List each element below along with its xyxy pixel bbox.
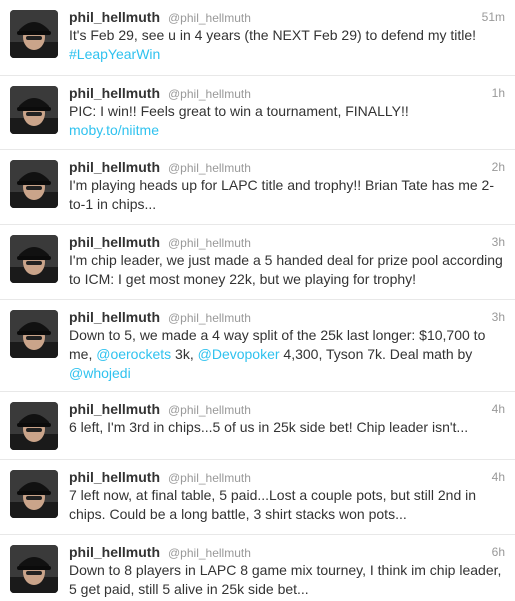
tweet-timestamp[interactable]: 51m [482, 8, 505, 26]
tweet-author-handle[interactable]: @phil_hellmuth [168, 471, 251, 485]
tweet-text: It's Feb 29, see u in 4 years (the NEXT … [69, 26, 505, 64]
tweet-timestamp[interactable]: 3h [492, 233, 505, 251]
tweet-text: Down to 8 players in LAPC 8 game mix tou… [69, 562, 502, 597]
tweet-text: 7 left now, at final table, 5 paid...Los… [69, 487, 477, 522]
tweet-timestamp[interactable]: 4h [492, 400, 505, 418]
tweet-author-handle[interactable]: @phil_hellmuth [168, 11, 251, 25]
tweet-author-handle[interactable]: @phil_hellmuth [168, 403, 251, 417]
avatar[interactable] [10, 10, 58, 58]
mention-link[interactable]: @oerockets [96, 346, 171, 362]
tweet-author-name[interactable]: phil_hellmuth [69, 401, 160, 417]
mention-link[interactable]: @whojedi [69, 365, 131, 381]
avatar-image [10, 545, 58, 593]
tweet-item[interactable]: phil_hellmuth @phil_hellmuth 4h 6 left, I… [0, 392, 515, 460]
tweet-author-handle[interactable]: @phil_hellmuth [168, 546, 251, 560]
avatar-image [10, 470, 58, 518]
tweet-item[interactable]: phil_hellmuth @phil_hellmuth 2h I'm playi… [0, 150, 515, 225]
tweet-timestamp[interactable]: 2h [492, 158, 505, 176]
tweet-item[interactable]: phil_hellmuth @phil_hellmuth 3h I'm chip … [0, 225, 515, 300]
tweet-item[interactable]: phil_hellmuth @phil_hellmuth 1h PIC: I wi… [0, 76, 515, 150]
avatar-image [10, 402, 58, 450]
tweet-author-name[interactable]: phil_hellmuth [69, 9, 160, 25]
tweet-item[interactable]: phil_hellmuth @phil_hellmuth 6h Down to 8… [0, 535, 515, 601]
tweet-author-name[interactable]: phil_hellmuth [69, 85, 160, 101]
tweet-author-name[interactable]: phil_hellmuth [69, 469, 160, 485]
hashtag-link[interactable]: #LeapYearWin [69, 46, 160, 62]
avatar-image [10, 160, 58, 208]
tweet-text: I'm chip leader, we just made a 5 handed… [69, 252, 503, 287]
tweet-timeline: phil_hellmuth @phil_hellmuth 51m It's Feb… [0, 0, 515, 601]
mention-link[interactable]: @Devopoker [198, 346, 280, 362]
avatar-image [10, 10, 58, 58]
tweet-item[interactable]: phil_hellmuth @phil_hellmuth 51m It's Feb… [0, 0, 515, 76]
tweet-author-handle[interactable]: @phil_hellmuth [168, 311, 251, 325]
avatar-image [10, 86, 58, 134]
tweet-text-part: 3k, [171, 346, 198, 362]
avatar-image [10, 310, 58, 358]
tweet-text-part: 4,300, Tyson 7k. Deal math by [279, 346, 473, 362]
avatar-image [10, 235, 58, 283]
tweet-author-name[interactable]: phil_hellmuth [69, 309, 160, 325]
avatar[interactable] [10, 470, 58, 518]
tweet-item[interactable]: phil_hellmuth @phil_hellmuth 3h Down to 5… [0, 300, 515, 392]
tweet-timestamp[interactable]: 1h [492, 84, 505, 102]
tweet-author-handle[interactable]: @phil_hellmuth [168, 236, 251, 250]
avatar[interactable] [10, 402, 58, 450]
tweet-text-part: PIC: I win!! Feels great to win a tourna… [69, 103, 409, 119]
avatar[interactable] [10, 545, 58, 593]
tweet-text: 6 left, I'm 3rd in chips...5 of us in 25… [69, 419, 469, 435]
tweet-author-handle[interactable]: @phil_hellmuth [168, 87, 251, 101]
tweet-timestamp[interactable]: 4h [492, 468, 505, 486]
avatar[interactable] [10, 86, 58, 134]
tweet-text-part: It's Feb 29, see u in 4 years (the NEXT … [69, 27, 477, 43]
avatar[interactable] [10, 310, 58, 358]
tweet-author-handle[interactable]: @phil_hellmuth [168, 161, 251, 175]
url-link[interactable]: moby.to/niitme [69, 122, 159, 138]
tweet-item[interactable]: phil_hellmuth @phil_hellmuth 4h 7 left no… [0, 460, 515, 535]
tweet-author-name[interactable]: phil_hellmuth [69, 544, 160, 560]
tweet-timestamp[interactable]: 6h [492, 543, 505, 561]
avatar[interactable] [10, 235, 58, 283]
tweet-text: PIC: I win!! Feels great to win a tourna… [69, 102, 505, 140]
tweet-author-name[interactable]: phil_hellmuth [69, 234, 160, 250]
avatar[interactable] [10, 160, 58, 208]
tweet-author-name[interactable]: phil_hellmuth [69, 159, 160, 175]
tweet-text: I'm playing heads up for LAPC title and … [69, 177, 494, 212]
tweet-text: Down to 5, we made a 4 way split of the … [69, 326, 505, 383]
tweet-timestamp[interactable]: 3h [492, 308, 505, 326]
